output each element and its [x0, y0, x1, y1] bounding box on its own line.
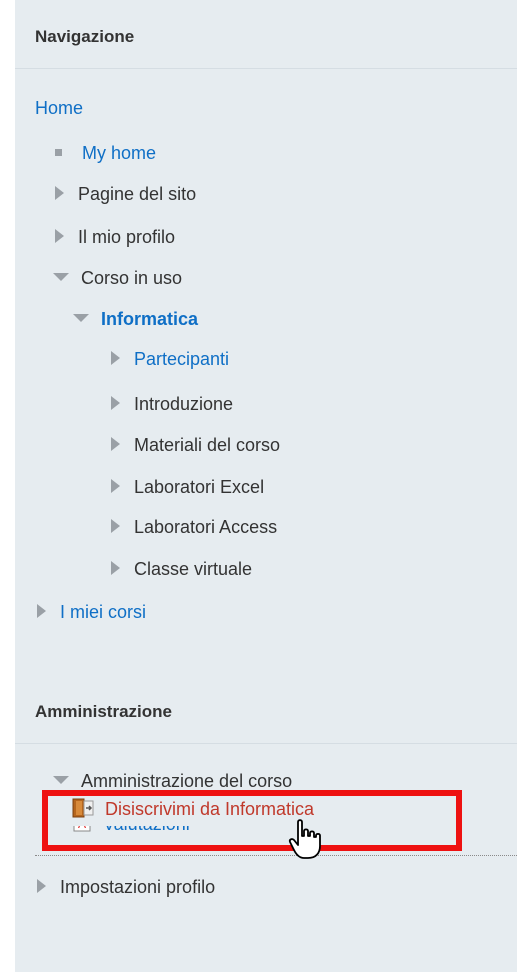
nav-item-i-miei-corsi[interactable]: I miei corsi — [37, 597, 146, 627]
nav-item-home[interactable]: Home — [35, 93, 83, 123]
divider — [35, 855, 517, 856]
expand-arrow-icon[interactable] — [37, 879, 46, 894]
hand-pointer-cursor-icon — [288, 819, 321, 859]
nav-section-label[interactable]: Materiali del corso — [134, 435, 280, 455]
admin-course-admin-label[interactable]: Amministrazione del corso — [81, 771, 292, 791]
nav-item-pagine-del-sito[interactable]: Pagine del sito — [55, 179, 196, 209]
nav-section-label[interactable]: Laboratori Access — [134, 517, 277, 537]
administration-block-header[interactable]: Amministrazione — [15, 675, 517, 744]
nav-item-my-home[interactable]: My home — [55, 138, 156, 168]
nav-my-home-link[interactable]: My home — [82, 143, 156, 163]
expand-arrow-icon[interactable] — [37, 604, 46, 619]
nav-section-partecipanti-link[interactable]: Partecipanti — [134, 349, 229, 369]
nav-item-corso-in-uso[interactable]: Corso in uso — [53, 263, 182, 293]
expand-arrow-icon[interactable] — [111, 561, 120, 576]
nav-item-il-mio-profilo[interactable]: Il mio profilo — [55, 222, 175, 252]
expand-arrow-icon[interactable] — [111, 479, 120, 494]
administration-block-title: Amministrazione — [35, 702, 172, 721]
navigation-block-header[interactable]: Navigazione — [15, 0, 517, 69]
nav-il-mio-profilo-label[interactable]: Il mio profilo — [78, 227, 175, 247]
highlight-box — [42, 790, 462, 851]
nav-item-section[interactable]: Introduzione — [111, 389, 233, 419]
nav-course-informatica-link[interactable]: Informatica — [101, 309, 198, 329]
nav-home-link[interactable]: Home — [35, 98, 83, 118]
nav-item-section[interactable]: Materiali del corso — [111, 430, 280, 460]
expand-arrow-icon[interactable] — [55, 186, 64, 201]
expand-arrow-icon[interactable] — [111, 351, 120, 366]
expand-arrow-icon[interactable] — [111, 519, 120, 534]
admin-item-profile-settings[interactable]: Impostazioni profilo — [37, 872, 215, 902]
navigation-block-title: Navigazione — [35, 27, 135, 46]
admin-profile-settings-label[interactable]: Impostazioni profilo — [60, 877, 215, 897]
nav-item-section[interactable]: Partecipanti — [111, 344, 229, 374]
nav-section-label[interactable]: Introduzione — [134, 394, 233, 414]
nav-pagine-del-sito-label[interactable]: Pagine del sito — [78, 184, 196, 204]
expand-arrow-icon[interactable] — [55, 229, 64, 244]
expand-arrow-icon[interactable] — [111, 396, 120, 411]
nav-section-label[interactable]: Laboratori Excel — [134, 477, 264, 497]
collapse-arrow-icon[interactable] — [53, 273, 69, 282]
nav-corso-in-uso-label[interactable]: Corso in uso — [81, 268, 182, 288]
nav-item-course-informatica[interactable]: Informatica — [73, 304, 198, 334]
nav-i-miei-corsi-link[interactable]: I miei corsi — [60, 602, 146, 622]
expand-arrow-icon[interactable] — [111, 437, 120, 452]
bullet-square-icon — [55, 148, 62, 156]
nav-item-section[interactable]: Laboratori Excel — [111, 472, 264, 502]
nav-item-section[interactable]: Classe virtuale — [111, 554, 252, 584]
collapse-arrow-icon[interactable] — [73, 314, 89, 323]
nav-item-section[interactable]: Laboratori Access — [111, 512, 277, 542]
collapse-arrow-icon[interactable] — [53, 776, 69, 785]
nav-section-label[interactable]: Classe virtuale — [134, 559, 252, 579]
